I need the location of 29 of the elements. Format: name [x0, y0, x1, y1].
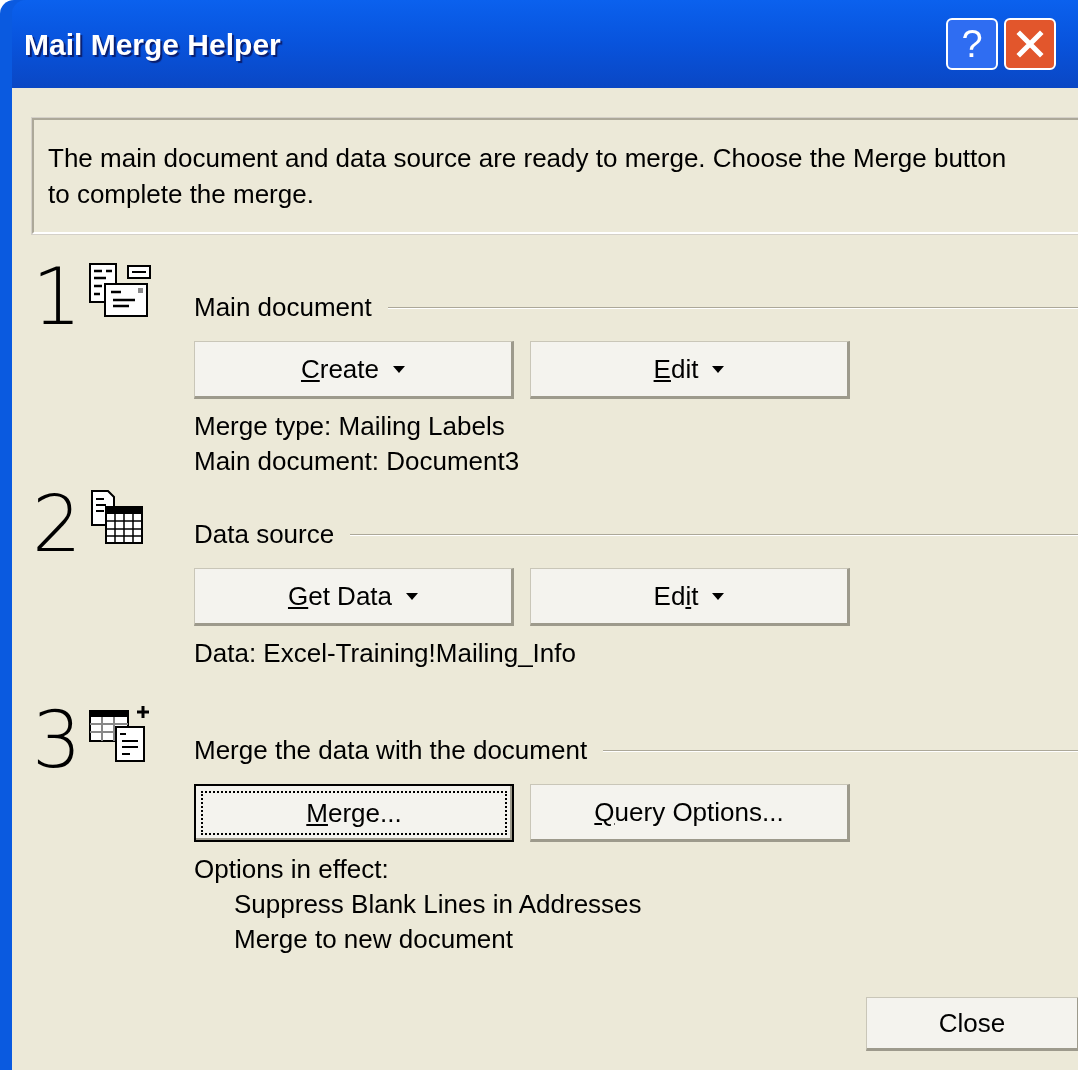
close-button[interactable] — [1004, 18, 1056, 70]
dropdown-button[interactable]: Create — [194, 341, 514, 399]
close-dialog-button[interactable]: Close — [866, 997, 1078, 1051]
info-text: Data: Excel-Training!Mailing_Info — [194, 637, 577, 670]
caret-icon — [406, 592, 419, 600]
option-text: Suppress Blank Lines in Addresses — [233, 888, 643, 921]
caret-icon — [712, 592, 725, 600]
message-text: The main document and data source are ready to merge. Choose the Merge button to complete the merge. — [48, 142, 1008, 211]
documents-icon — [87, 262, 152, 320]
caret-icon — [712, 365, 725, 373]
dropdown-button[interactable]: Edit — [530, 341, 850, 399]
info-text: Merge type: Mailing Labels — [194, 410, 506, 443]
step-number: 3 — [32, 705, 82, 775]
step-number: 1 — [32, 262, 82, 332]
option-text: Merge to new document — [233, 923, 514, 956]
section-heading: Merge the data with the document — [194, 734, 588, 767]
dropdown-button[interactable]: Edit — [530, 568, 850, 626]
step-number: 2 — [32, 489, 82, 559]
section-heading: Main document — [194, 291, 372, 324]
button[interactable]: Merge... — [194, 784, 514, 842]
section-heading: Data source — [194, 518, 335, 551]
dropdown-button[interactable]: Get Data — [194, 568, 514, 626]
caret-icon — [393, 365, 405, 373]
button[interactable]: Query Options... — [530, 784, 850, 842]
window-title: Mail Merge Helper — [24, 26, 282, 63]
info-text: Options in effect: — [194, 853, 390, 886]
help-button[interactable]: ? — [946, 18, 998, 70]
close-icon — [1015, 29, 1045, 59]
info-text: Main document: Document3 — [194, 445, 521, 478]
